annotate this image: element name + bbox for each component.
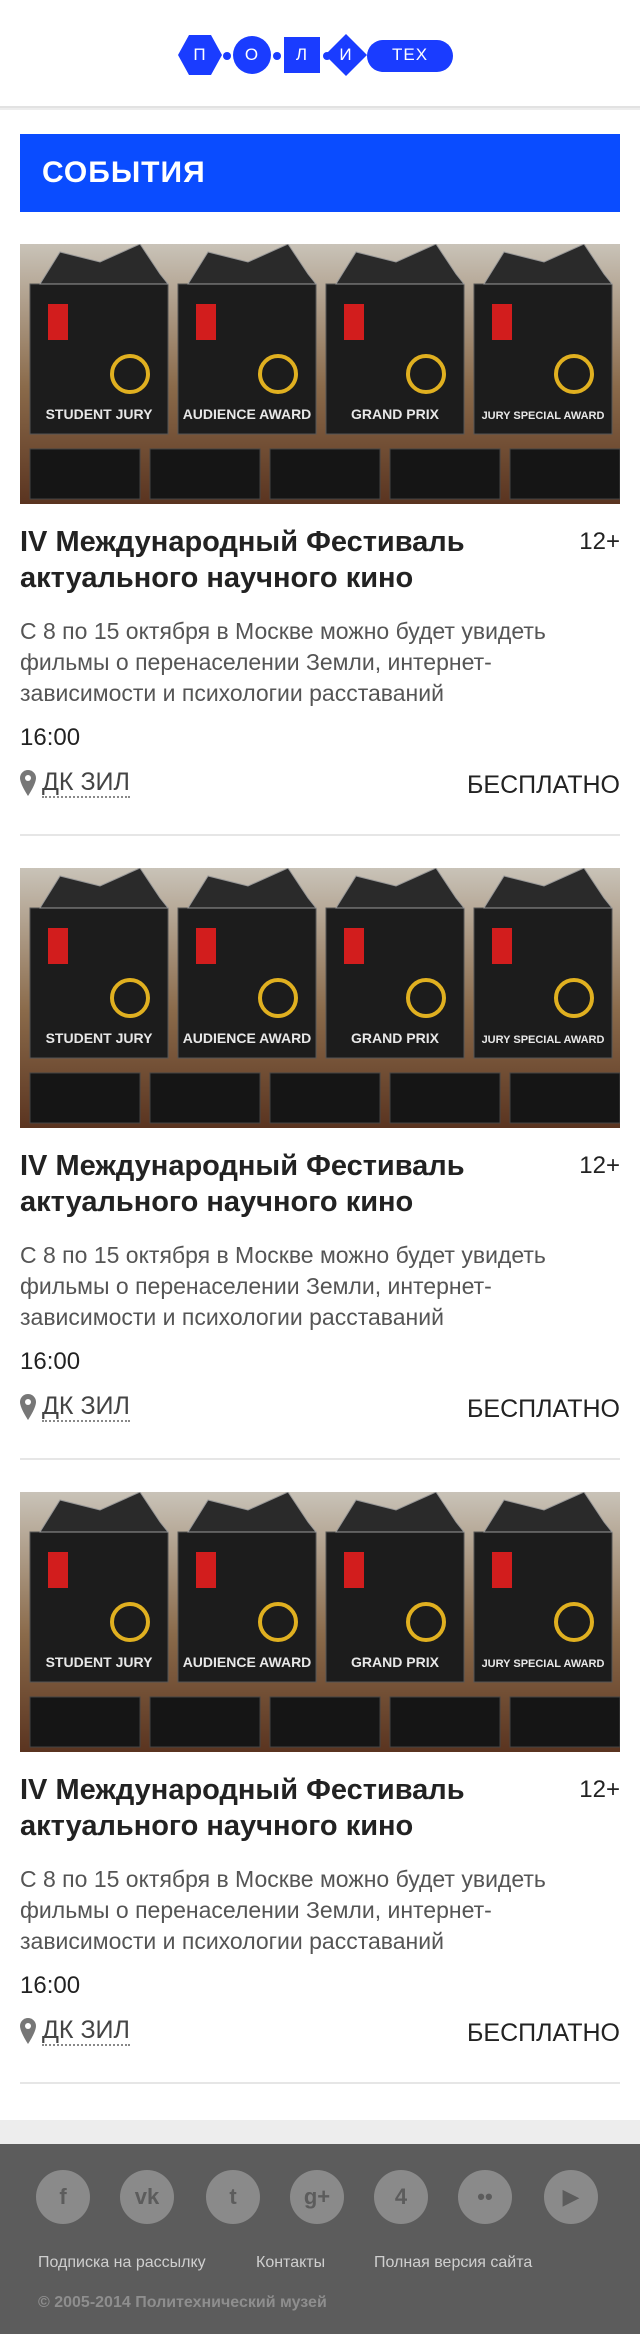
booklet: [509, 1696, 620, 1748]
footer-link-contacts[interactable]: Контакты: [256, 2254, 325, 2272]
divider: [20, 1458, 620, 1460]
event-card[interactable]: STUDENT JURY AUDIENCE AWARD GRAND PRIX JURY…: [20, 868, 620, 1460]
award-trophies-image: STUDENT JURY AUDIENCE AWARD GRAND PRIX JURY…: [20, 244, 620, 504]
trophy-label: STUDENT JURY: [46, 1654, 153, 1670]
booklet: [389, 1696, 501, 1748]
event-description: С 8 по 15 октября в Москве можно будет у…: [20, 1866, 546, 1954]
trophy-label: JURY SPECIAL AWARD: [482, 1034, 605, 1046]
booklet: [29, 1696, 141, 1748]
trophy-label: STUDENT JURY: [46, 1030, 153, 1046]
map-pin-icon: [20, 1394, 36, 1421]
twitter-icon[interactable]: t: [206, 2170, 260, 2224]
events-page: СОБЫТИЯ STUDENT JURY AUDIENCE AWARD GRAND …: [0, 110, 640, 2120]
site-header: П О Л И ТЕХ: [0, 0, 640, 108]
trophy-accent: [344, 1552, 364, 1588]
google-plus-icon[interactable]: g+: [290, 2170, 344, 2224]
trophy-accent: [492, 928, 512, 964]
logo-letter: О: [244, 45, 260, 64]
booklet: [269, 1072, 381, 1124]
facebook-icon[interactable]: f: [36, 2170, 90, 2224]
trophy-label: AUDIENCE AWARD: [183, 1654, 312, 1670]
booklet: [509, 1072, 620, 1124]
booklet: [269, 1696, 381, 1748]
event-price: БЕСПЛАТНО: [466, 2019, 620, 2047]
footer-link-full-version[interactable]: Полная версия сайта: [374, 2254, 532, 2272]
logo-letter: П: [193, 45, 207, 64]
copyright: © 2005-2014 Политехнический музей: [38, 2294, 327, 2311]
age-rating: 12+: [579, 528, 620, 555]
event-place[interactable]: ДК ЗИЛ: [20, 768, 130, 798]
logo-letter: Л: [295, 45, 309, 64]
trophy-label: AUDIENCE AWARD: [183, 1030, 312, 1046]
event-price: БЕСПЛАТНО: [466, 1395, 620, 1423]
booklet: [149, 448, 261, 500]
event-place-link[interactable]: ДК ЗИЛ: [42, 768, 130, 798]
event-title[interactable]: IV Международный Фестиваль актуального н…: [20, 1772, 540, 1844]
flickr-icon[interactable]: ••: [458, 2170, 512, 2224]
event-title[interactable]: IV Международный Фестиваль актуального н…: [20, 524, 540, 596]
section-title: СОБЫТИЯ: [20, 134, 620, 212]
site-footer: f vk t g+ 4 •• ▶ Подписка на рассылку Ко…: [0, 2144, 640, 2334]
booklet: [29, 448, 141, 500]
event-time: 16:00: [20, 1348, 81, 1375]
booklet: [269, 448, 381, 500]
map-pin-icon: [20, 770, 36, 797]
trophy-label: JURY SPECIAL AWARD: [482, 1658, 605, 1670]
trophy-label: GRAND PRIX: [351, 1030, 440, 1046]
trophy-label: AUDIENCE AWARD: [183, 406, 312, 422]
booklet: [149, 1072, 261, 1124]
age-rating: 12+: [579, 1776, 620, 1803]
vk-icon[interactable]: vk: [120, 2170, 174, 2224]
trophy-label: GRAND PRIX: [351, 1654, 440, 1670]
logo-letter: ТЕХ: [391, 45, 429, 64]
event-title[interactable]: IV Международный Фестиваль актуального н…: [20, 1148, 540, 1220]
age-rating: 12+: [579, 1152, 620, 1179]
booklet: [389, 1072, 501, 1124]
logo-letter: И: [339, 45, 353, 64]
trophy-accent: [492, 1552, 512, 1588]
youtube-icon[interactable]: ▶: [544, 2170, 598, 2224]
trophy-accent: [492, 304, 512, 340]
politech-logo[interactable]: П О Л И ТЕХ: [177, 34, 453, 76]
event-description: С 8 по 15 октября в Москве можно будет у…: [20, 1242, 546, 1330]
event-time: 16:00: [20, 1972, 81, 1999]
booklet: [29, 1072, 141, 1124]
event-place[interactable]: ДК ЗИЛ: [20, 2016, 130, 2046]
event-place-link[interactable]: ДК ЗИЛ: [42, 1392, 130, 1422]
footer-link-subscribe[interactable]: Подписка на рассылку: [38, 2254, 206, 2272]
trophy-accent: [196, 1552, 216, 1588]
event-photo[interactable]: STUDENT JURY AUDIENCE AWARD GRAND PRIX JURY…: [20, 244, 620, 504]
foursquare-icon[interactable]: 4: [374, 2170, 428, 2224]
award-trophies-image: STUDENT JURY AUDIENCE AWARD GRAND PRIX JURY…: [20, 1492, 620, 1752]
trophy-accent: [196, 304, 216, 340]
event-description: С 8 по 15 октября в Москве можно будет у…: [20, 618, 546, 706]
logo-dot: [273, 52, 281, 60]
divider: [20, 834, 620, 836]
booklet: [509, 448, 620, 500]
trophy-accent: [48, 1552, 68, 1588]
booklet: [389, 448, 501, 500]
event-price: БЕСПЛАТНО: [466, 771, 620, 799]
trophy-accent: [48, 304, 68, 340]
event-card[interactable]: STUDENT JURY AUDIENCE AWARD GRAND PRIX JURY…: [20, 1492, 620, 2084]
event-photo[interactable]: STUDENT JURY AUDIENCE AWARD GRAND PRIX JURY…: [20, 868, 620, 1128]
award-trophies-image: STUDENT JURY AUDIENCE AWARD GRAND PRIX JURY…: [20, 868, 620, 1128]
event-place-link[interactable]: ДК ЗИЛ: [42, 2016, 130, 2046]
map-pin-icon: [20, 2018, 36, 2045]
trophy-label: STUDENT JURY: [46, 406, 153, 422]
booklet: [149, 1696, 261, 1748]
trophy-accent: [344, 928, 364, 964]
event-place[interactable]: ДК ЗИЛ: [20, 1392, 130, 1422]
trophy-label: JURY SPECIAL AWARD: [482, 410, 605, 422]
logo-dot: [223, 52, 231, 60]
trophy-accent: [344, 304, 364, 340]
divider: [20, 2082, 620, 2084]
event-time: 16:00: [20, 724, 81, 751]
event-photo[interactable]: STUDENT JURY AUDIENCE AWARD GRAND PRIX JURY…: [20, 1492, 620, 1752]
trophy-accent: [48, 928, 68, 964]
trophy-accent: [196, 928, 216, 964]
trophy-label: GRAND PRIX: [351, 406, 440, 422]
event-card[interactable]: STUDENT JURY AUDIENCE AWARD GRAND PRIX JURY…: [20, 244, 620, 836]
